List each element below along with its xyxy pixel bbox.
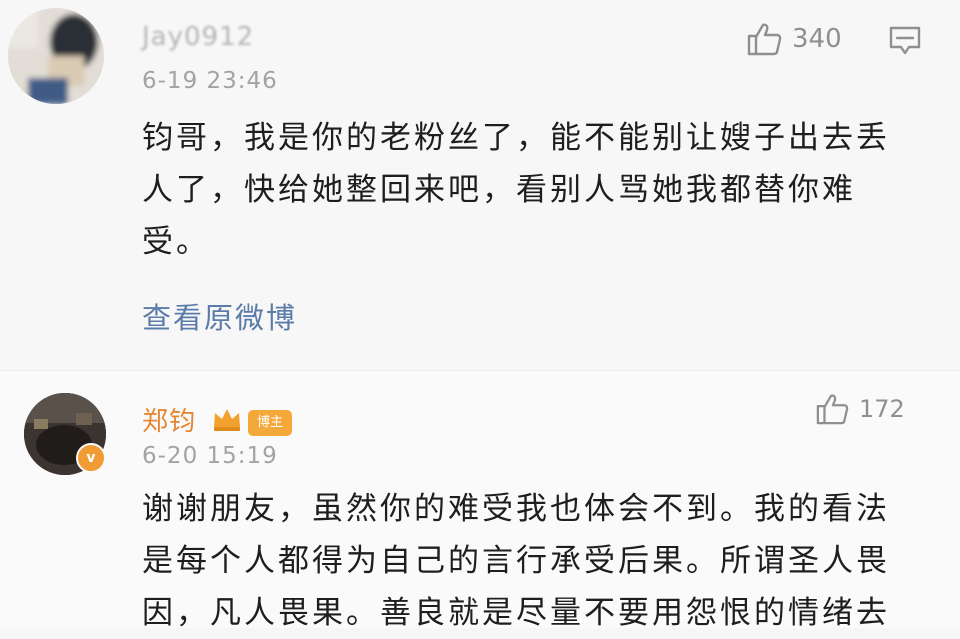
avatar[interactable]: [8, 8, 104, 104]
like-button[interactable]: 340: [746, 22, 842, 56]
view-original-weibo-link[interactable]: 查看原微博: [142, 295, 297, 337]
comment-text: 谢谢朋友，虽然你的难受我也体会不到。我的看法是每个人都得为自己的言行承受后果。所…: [142, 491, 890, 631]
timestamp: 6-20 15:19: [142, 443, 278, 469]
author-badge: 博主: [248, 410, 292, 436]
like-count: 340: [792, 24, 842, 54]
blurred-avatar-image: [8, 8, 104, 104]
like-count: 172: [859, 395, 905, 423]
username[interactable]: Jay0912: [142, 22, 254, 52]
comment-card-1: Jay0912 6-19 23:46 340 钧哥，我是你的老粉丝了，能不能别让…: [0, 0, 960, 370]
author-name[interactable]: 郑钧: [142, 401, 196, 438]
comment-icon[interactable]: [888, 26, 922, 56]
crown-icon: [214, 409, 240, 431]
like-button[interactable]: 172: [815, 393, 905, 425]
comment-card-2: v 郑钧 博主 6-20 15:19 172 谢谢朋友，虽然你的难受我也体会不到…: [0, 370, 960, 631]
verified-badge-icon: v: [76, 443, 106, 473]
thumbs-up-icon: [747, 23, 782, 56]
timestamp: 6-19 23:46: [142, 68, 278, 94]
thumbs-up-icon: [816, 394, 849, 425]
comment-text: 钧哥，我是你的老粉丝了，能不能别让嫂子出去丢人了，快给她整回来吧，看别人骂她我都…: [142, 120, 890, 260]
